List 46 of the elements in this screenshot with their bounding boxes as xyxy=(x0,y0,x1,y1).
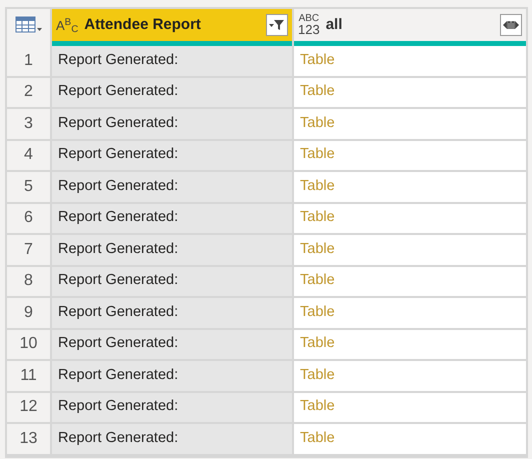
row-number: 2 xyxy=(7,78,50,107)
table-cell: Report Generated: xyxy=(52,424,292,454)
table-menu-icon[interactable] xyxy=(15,16,43,34)
table-link[interactable]: Table xyxy=(294,78,526,107)
row-number: 4 xyxy=(7,140,50,170)
table-link[interactable]: Table xyxy=(294,361,526,390)
table-cell: Report Generated: xyxy=(52,330,292,359)
table-cell: Report Generated: xyxy=(52,361,292,390)
table-link[interactable]: Table xyxy=(294,392,526,422)
row-number: 11 xyxy=(7,361,50,390)
table-link[interactable]: Table xyxy=(294,266,526,296)
table-link[interactable]: Table xyxy=(294,204,526,233)
table-link[interactable]: Table xyxy=(294,140,526,170)
table-link[interactable]: Table xyxy=(294,298,526,328)
table-link[interactable]: Table xyxy=(294,424,526,454)
row-number: 9 xyxy=(7,298,50,328)
table-cell: Report Generated: xyxy=(52,172,292,202)
row-number: 1 xyxy=(7,46,50,76)
row-number: 8 xyxy=(7,266,50,296)
type-icon: ABC 123 xyxy=(298,14,320,36)
row-number: 6 xyxy=(7,204,50,233)
table-cell: Report Generated: xyxy=(52,140,292,170)
table-link[interactable]: Table xyxy=(294,109,526,138)
table-cell: Report Generated: xyxy=(52,298,292,328)
table-cell: Report Generated: xyxy=(52,392,292,422)
table-cell: Report Generated: xyxy=(52,204,292,233)
filter-button[interactable] xyxy=(266,14,288,36)
table-link[interactable]: Table xyxy=(294,172,526,202)
row-number: 13 xyxy=(7,424,50,454)
row-number: 3 xyxy=(7,109,50,138)
expand-icon xyxy=(502,19,520,31)
table-link[interactable]: Table xyxy=(294,235,526,264)
row-number: 7 xyxy=(7,235,50,264)
filter-icon xyxy=(269,19,285,31)
table-cell: Report Generated: xyxy=(52,235,292,264)
row-number: 10 xyxy=(7,330,50,359)
column-header[interactable]: A$^{B}$$_{C}$ Attendee Report xyxy=(52,9,292,41)
table-cell: Report Generated: xyxy=(52,46,292,76)
row-number: 12 xyxy=(7,392,50,422)
table-link[interactable]: Table xyxy=(294,330,526,359)
table-cell: Report Generated: xyxy=(52,78,292,107)
table-cell: Report Generated: xyxy=(52,109,292,138)
expand-button[interactable] xyxy=(500,14,522,36)
row-number: 5 xyxy=(7,172,50,202)
table-link[interactable]: Table xyxy=(294,46,526,76)
table-cell: Report Generated: xyxy=(52,266,292,296)
